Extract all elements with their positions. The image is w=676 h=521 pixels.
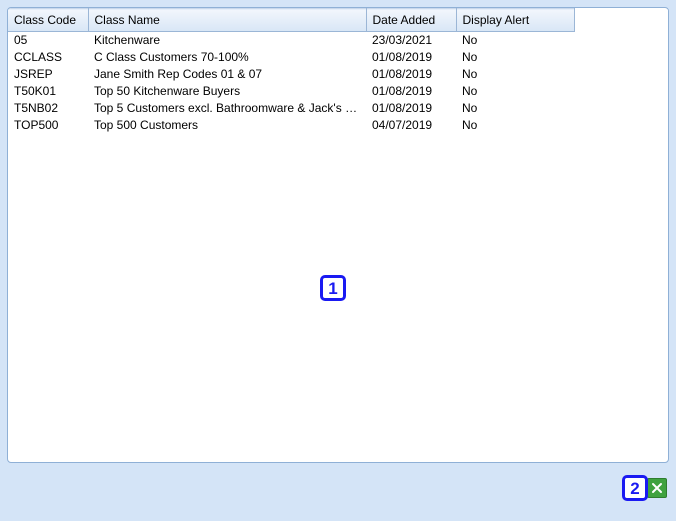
table-row[interactable]: 05Kitchenware23/03/2021No: [8, 32, 668, 50]
col-header-filler: [574, 9, 668, 32]
col-header-date-added[interactable]: Date Added: [366, 9, 456, 32]
col-header-display-alert[interactable]: Display Alert: [456, 9, 574, 32]
callout-1: 1: [320, 275, 346, 301]
col-header-class-name[interactable]: Class Name: [88, 9, 366, 32]
table-row[interactable]: TOP500Top 500 Customers04/07/2019No: [8, 117, 668, 134]
cell-filler: [574, 66, 668, 83]
window: Class Code Class Name Date Added Display…: [0, 0, 676, 521]
cell-alert: No: [456, 66, 574, 83]
cell-date: 01/08/2019: [366, 83, 456, 100]
cell-filler: [574, 117, 668, 134]
footer-bar: [7, 470, 669, 514]
cell-date: 04/07/2019: [366, 117, 456, 134]
cell-date: 01/08/2019: [366, 49, 456, 66]
excel-icon: [650, 481, 664, 495]
cell-alert: No: [456, 49, 574, 66]
cell-alert: No: [456, 83, 574, 100]
table-header-row: Class Code Class Name Date Added Display…: [8, 9, 668, 32]
cell-alert: No: [456, 117, 574, 134]
cell-name: Jane Smith Rep Codes 01 & 07: [88, 66, 366, 83]
export-excel-button[interactable]: [647, 478, 667, 498]
cell-code: JSREP: [8, 66, 88, 83]
cell-code: TOP500: [8, 117, 88, 134]
cell-name: C Class Customers 70-100%: [88, 49, 366, 66]
cell-code: 05: [8, 32, 88, 50]
table-row[interactable]: T5NB02Top 5 Customers excl. Bathroomware…: [8, 100, 668, 117]
cell-date: 01/08/2019: [366, 100, 456, 117]
callout-2: 2: [622, 475, 648, 501]
table-row[interactable]: CCLASSC Class Customers 70-100%01/08/201…: [8, 49, 668, 66]
cell-name: Top 500 Customers: [88, 117, 366, 134]
cell-code: T5NB02: [8, 100, 88, 117]
cell-code: T50K01: [8, 83, 88, 100]
cell-filler: [574, 100, 668, 117]
cell-alert: No: [456, 32, 574, 50]
cell-name: Kitchenware: [88, 32, 366, 50]
cell-code: CCLASS: [8, 49, 88, 66]
cell-name: Top 50 Kitchenware Buyers: [88, 83, 366, 100]
cell-date: 01/08/2019: [366, 66, 456, 83]
cell-filler: [574, 49, 668, 66]
cell-name: Top 5 Customers excl. Bathroomware & Jac…: [88, 100, 366, 117]
cell-filler: [574, 83, 668, 100]
class-table: Class Code Class Name Date Added Display…: [8, 8, 668, 134]
grid-panel: Class Code Class Name Date Added Display…: [7, 7, 669, 463]
cell-alert: No: [456, 100, 574, 117]
table-row[interactable]: T50K01Top 50 Kitchenware Buyers01/08/201…: [8, 83, 668, 100]
cell-filler: [574, 32, 668, 50]
table-row[interactable]: JSREPJane Smith Rep Codes 01 & 0701/08/2…: [8, 66, 668, 83]
cell-date: 23/03/2021: [366, 32, 456, 50]
col-header-class-code[interactable]: Class Code: [8, 9, 88, 32]
